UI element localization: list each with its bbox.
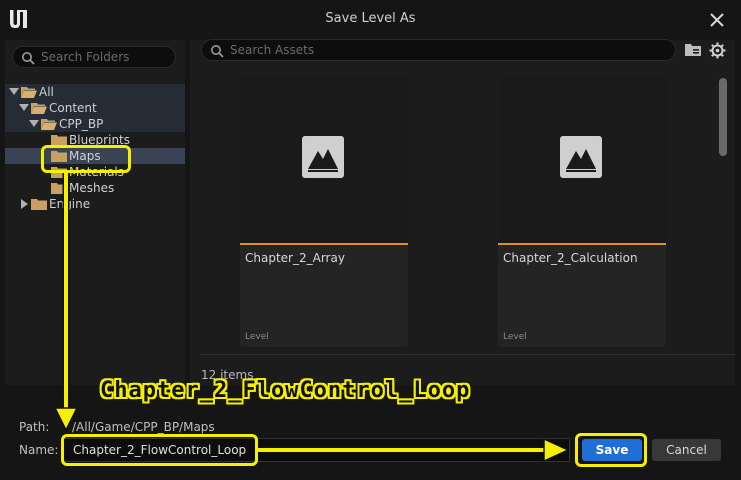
folder-search-input[interactable] — [41, 47, 171, 67]
search-icon — [211, 45, 224, 58]
name-label: Name: — [19, 443, 59, 457]
tree-item-label: Engine — [49, 197, 91, 211]
asset-type-bar — [498, 243, 666, 245]
save-highlight-box — [575, 433, 647, 467]
folder-view-icon[interactable] — [684, 42, 702, 58]
asset-name: Chapter_2_Array — [245, 251, 345, 265]
tree-item-all[interactable]: All — [5, 84, 185, 100]
expand-caret-icon[interactable] — [21, 199, 28, 209]
expand-caret-icon[interactable] — [19, 104, 29, 111]
level-icon — [560, 136, 602, 178]
folder-panel: All Content CPP_BP Blueprints Maps Mater… — [5, 40, 185, 385]
search-icon — [22, 52, 35, 65]
asset-thumbnail — [498, 77, 666, 243]
folder-open-icon — [41, 119, 57, 130]
asset-tile[interactable]: Chapter_2_Calculation Level — [498, 77, 666, 347]
asset-scrollbar[interactable] — [719, 78, 727, 156]
tree-item-engine[interactable]: Engine — [5, 196, 185, 212]
folder-open-icon — [21, 87, 37, 98]
gear-icon[interactable] — [709, 42, 726, 59]
asset-type-label: Level — [245, 332, 269, 342]
folder-open-icon — [31, 103, 47, 114]
annotation-callout: Chapter_2_FlowControl_Loop — [100, 378, 471, 403]
tree-item-cpp-bp[interactable]: CPP_BP — [5, 116, 185, 132]
tree-item-label: All — [39, 85, 54, 99]
expand-caret-icon[interactable] — [9, 88, 19, 95]
maps-highlight-box — [41, 145, 131, 173]
asset-tile[interactable]: Chapter_2_Array Level — [240, 77, 408, 347]
divider — [201, 354, 735, 355]
asset-type-label: Level — [503, 332, 527, 342]
title-bar: Save Level As — [0, 0, 741, 40]
asset-thumbnail — [240, 77, 408, 243]
cancel-button[interactable]: Cancel — [652, 439, 721, 461]
path-value: /All/Game/CPP_BP/Maps — [72, 420, 215, 434]
level-icon — [302, 136, 344, 178]
tree-item-label: Content — [49, 101, 97, 115]
tree-item-label: CPP_BP — [59, 117, 104, 131]
folder-icon — [51, 183, 67, 194]
tree-item-content[interactable]: Content — [5, 100, 185, 116]
asset-name: Chapter_2_Calculation — [503, 251, 638, 265]
tree-item-meshes[interactable]: Meshes — [5, 180, 185, 196]
tree-item-label: Meshes — [69, 181, 115, 195]
folder-icon — [31, 199, 47, 210]
name-highlight-box — [61, 434, 258, 466]
folder-search-box[interactable] — [12, 46, 176, 68]
window-title: Save Level As — [325, 11, 416, 26]
path-label: Path: — [19, 420, 50, 434]
close-icon[interactable] — [706, 9, 728, 31]
expand-caret-icon[interactable] — [29, 120, 39, 127]
asset-search-input[interactable] — [230, 40, 660, 60]
asset-search-box[interactable] — [201, 39, 676, 61]
asset-type-bar — [240, 243, 408, 245]
